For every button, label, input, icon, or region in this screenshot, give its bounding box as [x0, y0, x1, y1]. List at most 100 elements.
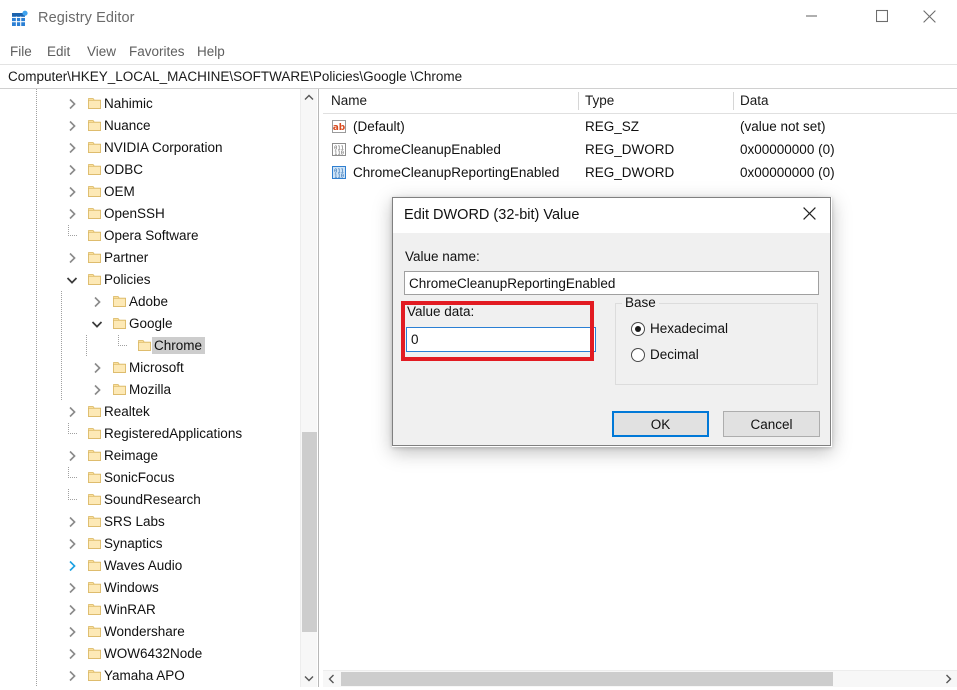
- tree-item-label: Adobe: [127, 293, 171, 310]
- chevron-right-icon[interactable]: [65, 559, 79, 573]
- list-scroll-left-button[interactable]: [323, 671, 340, 687]
- value-name-label: Value name:: [405, 249, 480, 264]
- column-header-data[interactable]: Data: [740, 93, 769, 108]
- values-list-header: Name Type Data: [323, 89, 957, 114]
- tree-scroll-down-button[interactable]: [301, 670, 317, 687]
- dialog-close-button[interactable]: [788, 198, 830, 232]
- tree-scroll-up-button[interactable]: [301, 89, 317, 106]
- tree-item[interactable]: Waves Audio: [0, 555, 300, 577]
- tree-item[interactable]: Chrome: [0, 335, 300, 357]
- tree-item-label: Microsoft: [127, 359, 187, 376]
- folder-icon: [113, 317, 126, 330]
- tree-scroll-thumb[interactable]: [302, 432, 317, 632]
- radio-decimal-mark[interactable]: [631, 348, 645, 362]
- chevron-right-icon[interactable]: [65, 581, 79, 595]
- menu-favorites[interactable]: Favorites: [123, 42, 191, 61]
- tree-item-label: Chrome: [152, 337, 205, 354]
- chevron-right-icon[interactable]: [65, 603, 79, 617]
- chevron-down-icon[interactable]: [65, 273, 79, 287]
- chevron-right-icon[interactable]: [65, 405, 79, 419]
- tree-item[interactable]: SRS Labs: [0, 511, 300, 533]
- folder-icon: [88, 625, 101, 638]
- chevron-right-icon[interactable]: [65, 251, 79, 265]
- tree-item[interactable]: SoundResearch: [0, 489, 300, 511]
- tree-item[interactable]: Mozilla: [0, 379, 300, 401]
- list-scroll-right-button[interactable]: [940, 671, 957, 687]
- folder-icon: [88, 229, 101, 242]
- value-name-cell: ChromeCleanupEnabled: [353, 142, 501, 157]
- tree-item[interactable]: Adobe: [0, 291, 300, 313]
- tree-item[interactable]: ODBC: [0, 159, 300, 181]
- chevron-right-icon[interactable]: [65, 537, 79, 551]
- tree-item[interactable]: Windows: [0, 577, 300, 599]
- value-type-cell: REG_DWORD: [585, 165, 674, 180]
- tree-item[interactable]: WinRAR: [0, 599, 300, 621]
- tree-item[interactable]: Partner: [0, 247, 300, 269]
- chevron-right-icon[interactable]: [65, 97, 79, 111]
- tree-item[interactable]: Opera Software: [0, 225, 300, 247]
- tree-item[interactable]: Wondershare: [0, 621, 300, 643]
- maximize-button[interactable]: [859, 0, 905, 30]
- column-header-type[interactable]: Type: [585, 93, 614, 108]
- radio-hexadecimal-mark[interactable]: [631, 322, 645, 336]
- chevron-right-icon[interactable]: [65, 449, 79, 463]
- table-row[interactable]: 011110ChromeCleanupReportingEnabledREG_D…: [323, 162, 957, 185]
- table-row[interactable]: 011110ChromeCleanupEnabledREG_DWORD0x000…: [323, 139, 957, 162]
- chevron-right-icon[interactable]: [65, 647, 79, 661]
- tree-item[interactable]: WOW6432Node: [0, 643, 300, 665]
- minimize-button[interactable]: [789, 0, 835, 30]
- chevron-right-icon[interactable]: [65, 141, 79, 155]
- cancel-button[interactable]: Cancel: [723, 411, 820, 437]
- chevron-right-icon[interactable]: [65, 163, 79, 177]
- table-row[interactable]: ab(Default)REG_SZ(value not set): [323, 116, 957, 139]
- menu-view[interactable]: View: [81, 42, 122, 61]
- tree-item-label: SonicFocus: [102, 469, 178, 486]
- tree-item[interactable]: Microsoft: [0, 357, 300, 379]
- chevron-right-icon[interactable]: [90, 361, 104, 375]
- address-bar[interactable]: Computer\HKEY_LOCAL_MACHINE\SOFTWARE\Pol…: [0, 64, 957, 89]
- tree-item[interactable]: Policies: [0, 269, 300, 291]
- column-divider[interactable]: [733, 92, 734, 110]
- chevron-right-icon[interactable]: [90, 295, 104, 309]
- tree-item[interactable]: Yamaha APO: [0, 665, 300, 687]
- tree-item-label: RegisteredApplications: [102, 425, 245, 442]
- tree-item[interactable]: Reimage: [0, 445, 300, 467]
- minimize-icon: [806, 1, 818, 31]
- chevron-down-icon: [301, 670, 317, 687]
- tree-item[interactable]: Realtek: [0, 401, 300, 423]
- chevron-down-icon[interactable]: [90, 317, 104, 331]
- column-header-name[interactable]: Name: [331, 93, 367, 108]
- tree-leaf-connector: [68, 489, 79, 511]
- menu-help[interactable]: Help: [191, 42, 231, 61]
- value-name-input[interactable]: [404, 271, 819, 295]
- tree-item[interactable]: Nuance: [0, 115, 300, 137]
- svg-text:110: 110: [334, 150, 344, 156]
- value-data-input[interactable]: [406, 327, 596, 352]
- tree-item[interactable]: OpenSSH: [0, 203, 300, 225]
- chevron-right-icon[interactable]: [65, 669, 79, 683]
- chevron-right-icon[interactable]: [65, 515, 79, 529]
- tree-item[interactable]: NVIDIA Corporation: [0, 137, 300, 159]
- tree-item[interactable]: RegisteredApplications: [0, 423, 300, 445]
- chevron-right-icon[interactable]: [90, 383, 104, 397]
- tree-item[interactable]: Google: [0, 313, 300, 335]
- ok-button[interactable]: OK: [612, 411, 709, 437]
- chevron-right-icon[interactable]: [65, 207, 79, 221]
- tree-item[interactable]: Nahimic: [0, 93, 300, 115]
- close-button[interactable]: [906, 0, 952, 30]
- tree-item-label: Reimage: [102, 447, 161, 464]
- menu-edit[interactable]: Edit: [41, 42, 76, 61]
- list-horizontal-scrollbar[interactable]: [323, 670, 957, 687]
- chevron-left-icon: [323, 671, 340, 687]
- menu-file[interactable]: File: [4, 42, 38, 61]
- chevron-right-icon[interactable]: [65, 119, 79, 133]
- close-icon: [803, 207, 816, 220]
- list-scroll-thumb[interactable]: [341, 672, 833, 686]
- tree-item[interactable]: SonicFocus: [0, 467, 300, 489]
- tree-item[interactable]: Synaptics: [0, 533, 300, 555]
- tree-item[interactable]: OEM: [0, 181, 300, 203]
- tree-vertical-scrollbar[interactable]: [300, 89, 317, 687]
- column-divider[interactable]: [578, 92, 579, 110]
- chevron-right-icon[interactable]: [65, 625, 79, 639]
- chevron-right-icon[interactable]: [65, 185, 79, 199]
